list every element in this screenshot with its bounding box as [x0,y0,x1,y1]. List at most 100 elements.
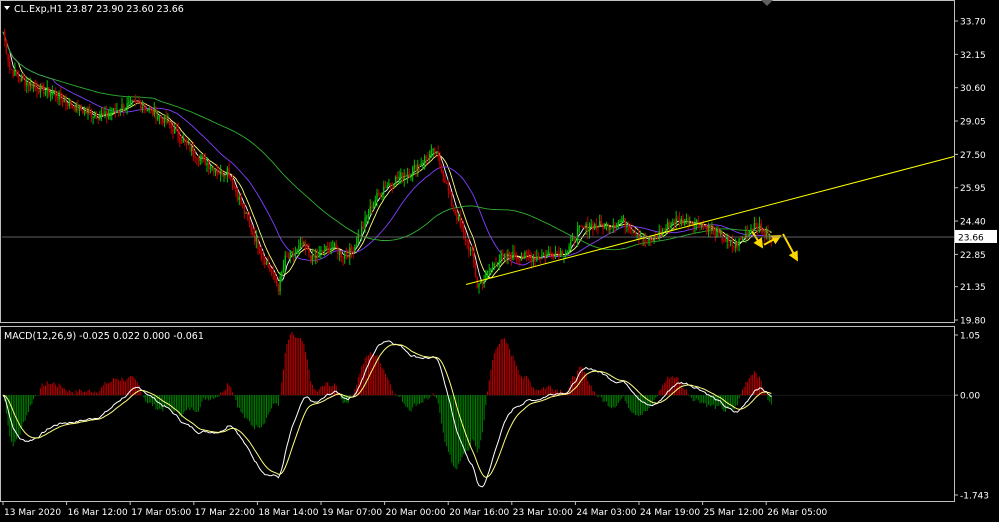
candle-body [507,253,509,258]
candle-body [752,228,754,230]
candle-body [333,243,336,248]
candle-body [478,283,480,288]
candle-body [158,115,161,118]
candle-body [63,100,65,103]
candle-body [389,183,392,185]
candle-body [505,253,507,258]
candle-body [684,221,686,225]
candle-body [75,103,77,111]
candle-body [73,107,76,111]
candle-body [157,117,159,120]
candle-body [202,155,205,157]
candle-body [24,79,26,86]
candle-body [673,221,676,224]
candle-body [440,164,443,172]
candle-body [323,250,325,252]
candle-body [184,139,186,142]
candle-body [299,242,302,247]
candle-body [19,78,21,82]
time-tick-label: 13 Mar 2020 [4,508,61,518]
candle-body [281,272,283,277]
candle-body [12,70,14,76]
candle-body [116,110,118,112]
candle-body [5,40,8,54]
price-tick-label: 19.80 [960,317,986,327]
candle-body [624,218,626,228]
candle-body [211,167,213,169]
candle-body [728,237,730,242]
price-tick-label: 29.05 [960,118,986,128]
candle-body [541,255,543,259]
candle-body [267,262,269,267]
trading-chart[interactable]: CL.Exp,H1 23.87 23.90 23.60 23.66 MACD(1… [0,0,999,522]
candle-body [600,221,603,225]
candle-body [66,103,69,107]
candle-body [678,219,681,224]
candle-body [582,226,584,228]
candle-body [391,183,393,186]
candle-body [716,229,718,238]
candle-body [255,237,257,242]
candle-body [279,276,281,292]
candle-body [306,248,308,250]
candle-body [332,247,334,249]
candle-body [706,225,708,233]
macd-line [2,340,772,488]
symbol-dropdown-icon[interactable] [4,6,10,10]
candle-body [262,256,264,259]
candle-body [121,104,123,111]
candle-body [371,206,373,209]
candle-body [738,238,740,247]
candle-body [109,113,111,115]
time-tick-label: 20 Mar 16:00 [449,508,509,518]
candle-body [690,222,693,224]
candle-body [529,255,531,257]
candle-body [264,258,266,265]
candle-body [123,104,125,111]
candle-body [357,234,359,244]
candle-body [680,218,682,224]
candle-body [616,225,618,228]
candle-body [517,258,519,260]
candle-body [469,249,472,251]
ma-long-line [2,31,772,251]
candle-body [556,252,558,254]
candle-body [236,191,239,200]
trendline[interactable] [465,156,955,285]
candle-body [374,199,376,204]
candle-body [250,224,252,232]
candle-body [270,270,273,273]
candle-body [206,163,208,166]
candle-body [55,92,57,98]
candle-body [146,110,149,112]
price-tick-label: 27.50 [960,151,986,161]
candle-body [231,178,234,187]
candle-body [311,255,314,262]
time-tick-label: 19 Mar 07:00 [322,508,382,518]
candle-body [549,252,552,254]
candle-body [520,257,523,261]
candle-body [604,223,606,229]
candle-body [10,68,13,71]
candle-body [177,129,179,138]
candle-body [126,103,128,109]
candle-body [287,256,290,259]
candle-body [553,257,555,259]
candle-body [495,263,497,265]
candle-body [355,243,358,245]
candle-body [38,90,40,93]
candle-body [712,228,715,230]
candle-body [335,243,337,249]
candle-body [515,257,518,259]
candle-body [558,252,560,258]
candle-body [539,258,541,260]
macd-tick-label: 0.00 [960,392,980,402]
candle-body [303,242,305,245]
candle-body [97,118,99,120]
candle-body [565,253,567,256]
candle-body [381,192,383,196]
candle-body [576,228,579,240]
collapse-icon[interactable] [761,0,773,6]
candle-body [320,249,322,252]
candle-body [313,255,315,258]
